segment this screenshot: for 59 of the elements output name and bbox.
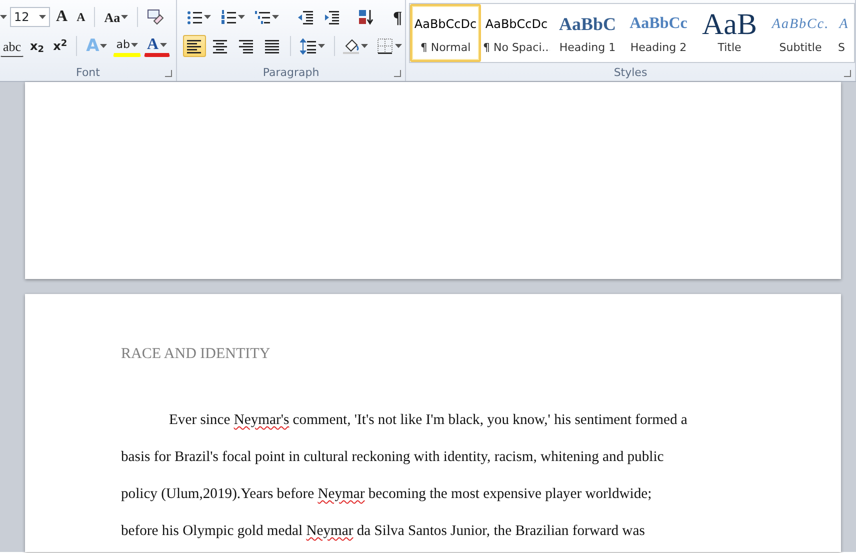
justify-icon bbox=[264, 38, 281, 54]
style-preview: AaB bbox=[702, 6, 757, 42]
caret-icon bbox=[395, 44, 402, 48]
style-item[interactable]: AaBbCc. Subtitle bbox=[765, 4, 836, 62]
subscript-button[interactable]: x$_{2}$ bbox=[27, 35, 48, 57]
caret-icon bbox=[238, 15, 245, 19]
style-preview: AaBbCcDc bbox=[485, 16, 548, 33]
caret-icon bbox=[121, 15, 128, 19]
numbered-list-icon bbox=[220, 8, 237, 26]
grow-font-button[interactable]: A bbox=[53, 6, 71, 28]
style-item[interactable]: AaBbCc Heading 2 bbox=[623, 4, 694, 62]
strikethrough-button[interactable]: abc bbox=[0, 35, 24, 57]
align-center-icon bbox=[212, 38, 229, 54]
caret-icon bbox=[100, 44, 108, 48]
style-preview: AaBbCcDc bbox=[414, 16, 477, 33]
group-label: Font bbox=[76, 65, 100, 81]
borders-icon bbox=[377, 38, 394, 54]
style-item[interactable]: AaBbCcDc ¶ Normal bbox=[410, 4, 481, 62]
align-left-button[interactable] bbox=[183, 35, 206, 57]
highlight-button[interactable]: ab bbox=[113, 35, 141, 57]
line-spacing-icon bbox=[300, 38, 316, 54]
style-preview: AaBbC bbox=[558, 12, 616, 36]
style-item[interactable]: A S bbox=[836, 4, 852, 62]
style-item[interactable]: AaBbCcDc ¶ No Spaci... bbox=[481, 4, 552, 62]
style-preview: A bbox=[839, 16, 849, 34]
font-color-button[interactable]: A bbox=[144, 35, 170, 57]
caret-icon bbox=[130, 42, 138, 46]
body-paragraph: Ever since Neymar's comment, 'It's not like I'm black, you know,' his sentiment formed a basis for Brazil's focal point in cultural reckoning with identity, racism, whitening and public policy (Ulum,2019).Years before Neymar becoming the most expensive player worldwide; before his Olympic gold medal Neymar da Silva Santos Junior, the Brazilian forward was bbox=[121, 410, 688, 540]
align-right-icon bbox=[238, 38, 255, 54]
caret-icon bbox=[39, 15, 46, 19]
font-size-field[interactable]: 12 bbox=[10, 7, 50, 27]
style-preview: AaBbCc bbox=[630, 14, 688, 34]
paint-bucket-icon bbox=[343, 38, 360, 54]
bullet-list-icon bbox=[186, 8, 203, 26]
superscript-button[interactable]: x$^{2}$ bbox=[50, 35, 70, 57]
shrink-font-button[interactable]: A bbox=[74, 6, 88, 28]
document-heading: RACE AND IDENTITY bbox=[121, 345, 272, 364]
multilevel-list-icon bbox=[254, 8, 271, 26]
eraser-icon bbox=[147, 8, 164, 26]
style-item[interactable]: AaB Title bbox=[694, 4, 765, 62]
sort-icon bbox=[358, 8, 375, 26]
caret-icon bbox=[0, 15, 7, 19]
align-left-icon bbox=[186, 38, 203, 54]
dialog-launcher-icon[interactable] bbox=[165, 70, 172, 77]
caret-icon bbox=[204, 15, 211, 19]
show-marks-button[interactable]: ¶ bbox=[390, 6, 406, 28]
style-item[interactable]: AaBbC Heading 1 bbox=[552, 4, 623, 62]
group-label: Styles bbox=[614, 65, 648, 81]
style-preview: AaBbCc. bbox=[772, 16, 830, 34]
outdent-icon bbox=[297, 8, 314, 26]
dialog-launcher-icon[interactable] bbox=[394, 70, 401, 77]
caret-icon bbox=[160, 42, 167, 46]
group-label: Paragraph bbox=[262, 65, 320, 81]
caret-icon bbox=[361, 44, 368, 48]
indent-icon bbox=[323, 8, 340, 26]
change-case-button[interactable]: Aa bbox=[101, 6, 132, 28]
caret-icon bbox=[318, 44, 324, 48]
dialog-launcher-icon[interactable] bbox=[844, 70, 851, 77]
caret-icon bbox=[272, 15, 279, 19]
